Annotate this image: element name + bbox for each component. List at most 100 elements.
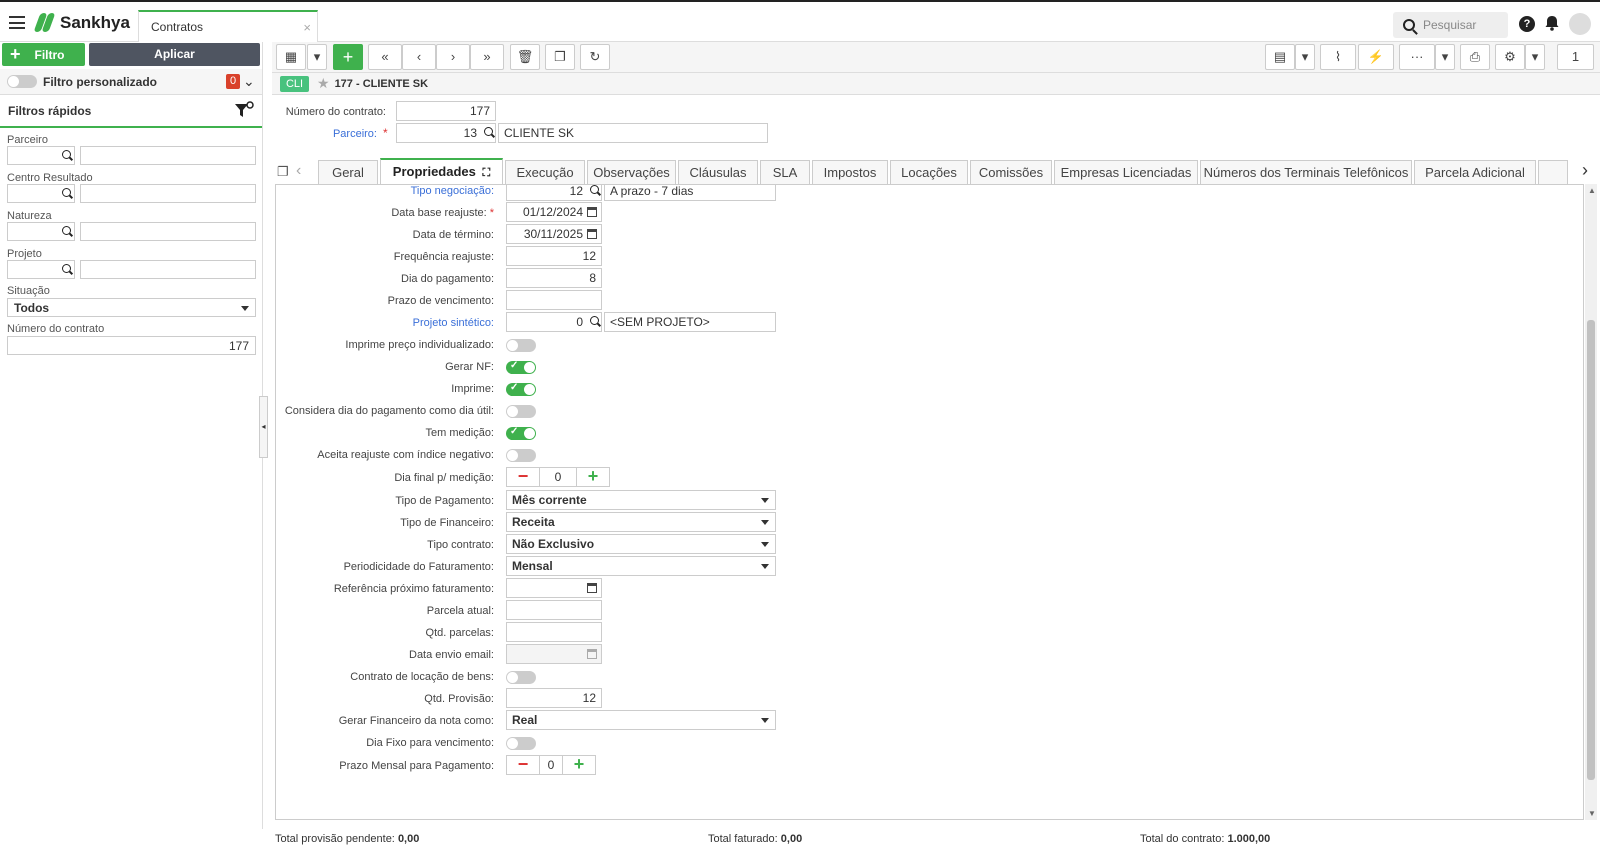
bell-icon[interactable] — [1545, 15, 1559, 31]
refresh-button[interactable]: ↻ — [580, 44, 610, 70]
numero-contrato-input[interactable]: 177 — [396, 101, 496, 121]
tab-impostos[interactable]: Impostos — [812, 160, 888, 184]
copy-button[interactable]: ❐ — [545, 44, 575, 70]
tab-execucao[interactable]: Execução — [505, 160, 585, 184]
search-icon[interactable] — [62, 226, 71, 235]
natureza-name-input[interactable] — [80, 222, 256, 241]
tab-parcela-adicional[interactable]: Parcela Adicional — [1414, 160, 1536, 184]
report-dropdown-button[interactable]: ▾ — [1295, 44, 1315, 70]
tem-medicao-toggle[interactable] — [506, 426, 536, 440]
filter-settings-icon[interactable] — [234, 101, 254, 121]
projeto-code-input[interactable]: 0 — [506, 312, 602, 332]
avatar[interactable] — [1569, 13, 1591, 35]
tipo-pagamento-select[interactable]: Mês corrente — [506, 490, 776, 510]
calendar-icon[interactable] — [587, 207, 597, 217]
previous-record-button[interactable]: ‹ — [402, 44, 436, 70]
menu-icon[interactable] — [9, 16, 25, 29]
settings-dropdown-button[interactable]: ▾ — [1525, 44, 1545, 70]
prazo-mensal-value[interactable]: 0 — [540, 755, 562, 775]
tab-clausulas[interactable]: Cláusulas — [678, 160, 758, 184]
add-button[interactable]: + — [333, 44, 363, 70]
page-number[interactable]: 1 — [1557, 44, 1594, 70]
close-icon[interactable]: × — [303, 20, 311, 35]
filtro-personalizado-toggle[interactable] — [7, 75, 37, 88]
tipo-financeiro-select[interactable]: Receita — [506, 512, 776, 532]
calendar-icon[interactable] — [587, 229, 597, 239]
decrement-button[interactable]: − — [506, 467, 540, 487]
grid-view-button[interactable]: ▦ — [276, 44, 306, 70]
parceiro-name-input[interactable] — [80, 146, 256, 165]
delete-button[interactable]: 🗑 — [510, 44, 540, 70]
search-icon[interactable] — [590, 185, 599, 194]
tab-propriedades[interactable]: Propriedades ⛶ — [380, 158, 503, 184]
tab-sla[interactable]: SLA — [760, 160, 810, 184]
increment-button[interactable]: + — [562, 755, 596, 775]
star-icon[interactable]: ★ — [317, 75, 330, 92]
dia-final-value[interactable]: 0 — [540, 467, 576, 487]
aplicar-button[interactable]: Aplicar — [89, 43, 260, 66]
qtd-provisao-input[interactable]: 12 — [506, 688, 602, 708]
print-button[interactable]: ⎙ — [1460, 44, 1490, 70]
data-base-input[interactable]: 01/12/2024 — [506, 202, 602, 222]
centro-resultado-name-input[interactable] — [80, 184, 256, 203]
tipo-negociacao-code-input[interactable]: 12 — [506, 185, 602, 201]
data-termino-input[interactable]: 30/11/2025 — [506, 224, 602, 244]
parceiro-label[interactable]: Parceiro: — [272, 128, 377, 140]
dia-fixo-toggle[interactable] — [506, 737, 536, 750]
next-record-button[interactable]: › — [436, 44, 470, 70]
parceiro-code-input[interactable] — [7, 146, 75, 165]
view-dropdown-button[interactable]: ▾ — [307, 44, 327, 70]
scroll-down-icon[interactable]: ▼ — [1588, 809, 1596, 818]
search-icon[interactable] — [62, 150, 71, 159]
parcela-atual-input[interactable] — [506, 600, 602, 620]
contrato-locacao-toggle[interactable] — [506, 671, 536, 684]
frequencia-input[interactable]: 12 — [506, 246, 602, 266]
last-record-button[interactable]: » — [470, 44, 504, 70]
tab-geral[interactable]: Geral — [318, 160, 378, 184]
collapse-sidebar-handle[interactable]: ◂ — [259, 396, 268, 458]
imprime-preco-toggle[interactable] — [506, 339, 536, 352]
referencia-input[interactable] — [506, 578, 602, 598]
imprime-toggle[interactable] — [506, 382, 536, 396]
search-icon[interactable] — [62, 264, 71, 273]
more-button[interactable]: ··· — [1399, 44, 1435, 70]
chevron-down-icon[interactable]: ⌄ — [243, 73, 255, 90]
scroll-tabs-left-icon[interactable]: ‹ — [296, 162, 301, 180]
search-icon[interactable] — [484, 127, 493, 136]
scroll-up-icon[interactable]: ▲ — [1588, 186, 1596, 195]
aceita-reajuste-toggle[interactable] — [506, 449, 536, 462]
app-tab-contratos[interactable]: Contratos × — [138, 10, 318, 43]
prazo-vencimento-input[interactable] — [506, 290, 602, 310]
decrement-button[interactable]: − — [506, 755, 540, 775]
gerar-nf-toggle[interactable] — [506, 360, 536, 374]
qtd-parcelas-input[interactable] — [506, 622, 602, 642]
tipo-contrato-select[interactable]: Não Exclusivo — [506, 534, 776, 554]
help-icon[interactable]: ? — [1519, 16, 1535, 32]
tab-comissoes[interactable]: Comissões — [970, 160, 1052, 184]
expand-icon[interactable]: ⛶ — [483, 167, 491, 179]
search-icon[interactable] — [590, 316, 599, 325]
situacao-select[interactable]: Todos — [7, 298, 256, 317]
more-dropdown-button[interactable]: ▾ — [1435, 44, 1455, 70]
tab-numeros-terminais[interactable]: Números dos Terminais Telefônicos — [1200, 160, 1412, 184]
tab-locacoes[interactable]: Locações — [890, 160, 968, 184]
tab-observacoes[interactable]: Observações — [587, 160, 676, 184]
considera-dia-toggle[interactable] — [506, 405, 536, 418]
vertical-scrollbar[interactable]: ▲ ▼ — [1585, 184, 1597, 820]
parceiro-code-input[interactable]: 13 — [396, 123, 496, 143]
projeto-sintetico-label[interactable]: Projeto sintético: — [276, 317, 494, 329]
search-icon[interactable] — [62, 188, 71, 197]
tipo-negociacao-label[interactable]: Tipo negociação: — [276, 185, 494, 197]
projeto-name-input[interactable] — [80, 260, 256, 279]
gear-icon[interactable]: ⚙ — [1495, 44, 1525, 70]
action-button[interactable]: ⚡ — [1358, 44, 1394, 70]
search-input[interactable]: Pesquisar — [1393, 12, 1508, 38]
periodicidade-select[interactable]: Mensal — [506, 556, 776, 576]
filtro-button[interactable]: + Filtro — [2, 43, 85, 66]
gerar-financeiro-select[interactable]: Real — [506, 710, 776, 730]
projeto-code-input[interactable] — [7, 260, 75, 279]
attachment-button[interactable]: ⌇ — [1320, 44, 1356, 70]
centro-resultado-code-input[interactable] — [7, 184, 75, 203]
tab-empresas-licenciadas[interactable]: Empresas Licenciadas — [1054, 160, 1198, 184]
increment-button[interactable]: + — [576, 467, 610, 487]
